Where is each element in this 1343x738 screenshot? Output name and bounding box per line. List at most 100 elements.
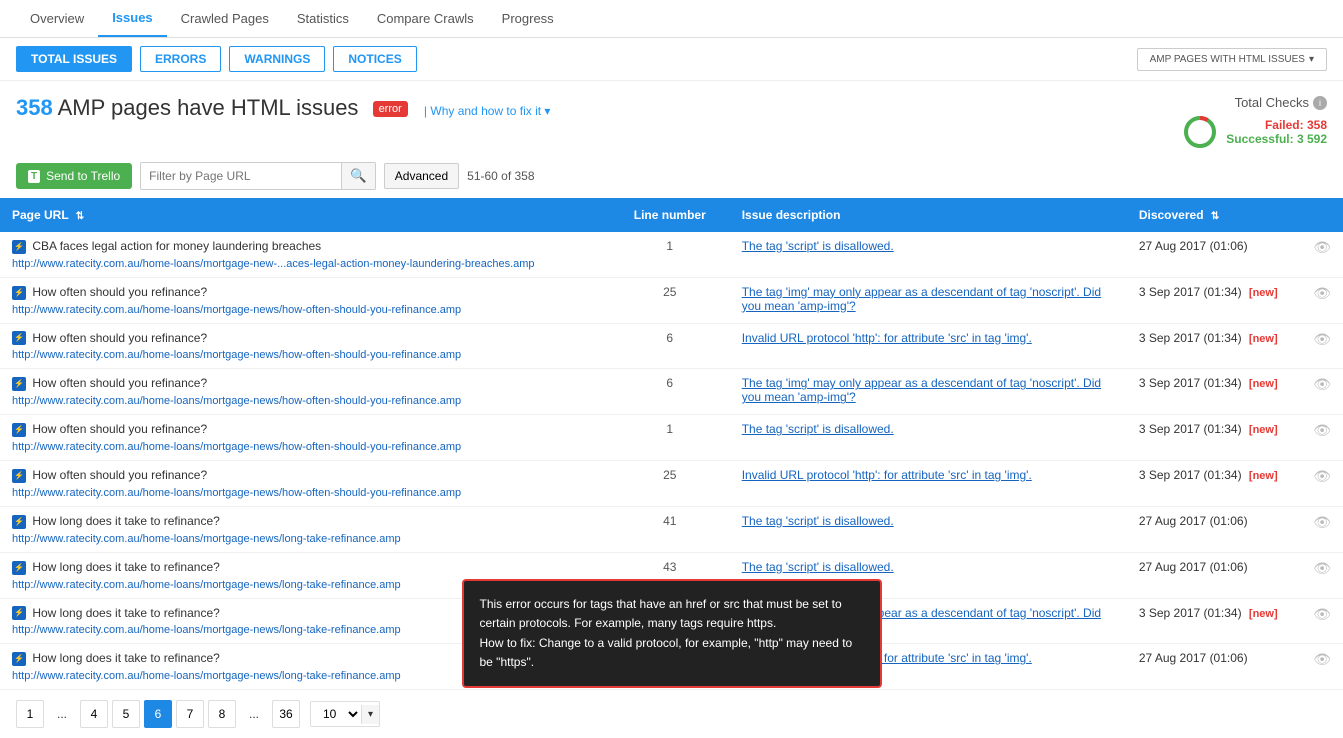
- page-url-cell-3: ⚡ How often should you refinance? http:/…: [0, 369, 610, 415]
- page-4-btn[interactable]: 4: [80, 700, 108, 728]
- col-page-url[interactable]: Page URL ⇅: [0, 198, 610, 232]
- tooltip-box: This error occurs for tags that have an …: [462, 579, 882, 688]
- col-discovered[interactable]: Discovered ⇅: [1127, 198, 1301, 232]
- page-url-link-2[interactable]: http://www.ratecity.com.au/home-loans/mo…: [12, 349, 461, 361]
- page-url-link-4[interactable]: http://www.ratecity.com.au/home-loans/mo…: [12, 441, 461, 453]
- sort-icon-url: ⇅: [76, 211, 84, 222]
- page-5-btn[interactable]: 5: [112, 700, 140, 728]
- col-actions: [1301, 198, 1343, 232]
- pagination: 1 ... 4 5 6 7 8 ... 36 10 25 50 ▾: [0, 690, 1343, 738]
- nav-crawled-pages[interactable]: Crawled Pages: [167, 1, 283, 36]
- page-url-link-6[interactable]: http://www.ratecity.com.au/home-loans/mo…: [12, 533, 401, 545]
- amp-pages-dropdown[interactable]: AMP PAGES WITH HTML ISSUES ▾: [1137, 48, 1327, 71]
- errors-btn[interactable]: ERRORS: [140, 46, 221, 72]
- new-badge-5: [new]: [1249, 470, 1278, 482]
- issue-desc-3[interactable]: The tag 'img' may only appear as a desce…: [742, 376, 1101, 404]
- eye-icon-8[interactable]: 👁: [1313, 606, 1331, 622]
- page-title-5: ⚡ How often should you refinance?: [12, 468, 598, 483]
- page-url-link-8[interactable]: http://www.ratecity.com.au/home-loans/mo…: [12, 624, 401, 636]
- issue-desc-cell-6: The tag 'script' is disallowed.: [730, 506, 1127, 552]
- headline-left: 358 AMP pages have HTML issues error | W…: [16, 95, 550, 121]
- eye-icon-2[interactable]: 👁: [1313, 331, 1331, 347]
- headline-area: 358 AMP pages have HTML issues error | W…: [0, 81, 1343, 156]
- per-page-select[interactable]: 10 25 50: [311, 702, 361, 726]
- issue-desc-4[interactable]: The tag 'script' is disallowed.: [742, 422, 894, 436]
- advanced-button[interactable]: Advanced: [384, 163, 459, 189]
- nav-statistics[interactable]: Statistics: [283, 1, 363, 36]
- eye-icon-4[interactable]: 👁: [1313, 422, 1331, 438]
- issue-count: 358: [16, 95, 53, 120]
- per-page-select-wrap: 10 25 50 ▾: [310, 701, 380, 727]
- issue-desc-6[interactable]: The tag 'script' is disallowed.: [742, 514, 894, 528]
- send-to-trello-button[interactable]: T Send to Trello: [16, 163, 132, 189]
- why-fix-link[interactable]: | Why and how to fix it ▾: [424, 104, 551, 118]
- eye-icon-5[interactable]: 👁: [1313, 468, 1331, 484]
- search-button[interactable]: 🔍: [341, 163, 375, 189]
- amp-icon-7: ⚡: [12, 561, 26, 575]
- eye-icon-6[interactable]: 👁: [1313, 514, 1331, 530]
- page-name-3: How often should you refinance?: [32, 376, 207, 390]
- discovered-0: 27 Aug 2017 (01:06): [1127, 232, 1301, 277]
- amp-icon-0: ⚡: [12, 240, 26, 254]
- table-row: ⚡ How long does it take to refinance? ht…: [0, 506, 1343, 552]
- notices-btn[interactable]: NOTICES: [333, 46, 416, 72]
- col-line-number: Line number: [610, 198, 730, 232]
- new-badge-8: [new]: [1249, 608, 1278, 620]
- page-url-cell-6: ⚡ How long does it take to refinance? ht…: [0, 506, 610, 552]
- page-url-link-0[interactable]: http://www.ratecity.com.au/home-loans/mo…: [12, 258, 535, 270]
- table-row: ⚡ How often should you refinance? http:/…: [0, 461, 1343, 507]
- eye-icon-7[interactable]: 👁: [1313, 560, 1331, 576]
- tooltip-text: This error occurs for tags that have an …: [480, 597, 853, 669]
- search-icon: 🔍: [350, 168, 367, 183]
- page-url-link-3[interactable]: http://www.ratecity.com.au/home-loans/mo…: [12, 395, 461, 407]
- amp-icon-8: ⚡: [12, 606, 26, 620]
- action-cell-6: 👁: [1301, 506, 1343, 552]
- page-url-cell-5: ⚡ How often should you refinance? http:/…: [0, 461, 610, 507]
- eye-icon-1[interactable]: 👁: [1313, 285, 1331, 301]
- line-num-6: 41: [610, 506, 730, 552]
- pagination-info: 51-60 of 358: [467, 169, 534, 183]
- eye-icon-0[interactable]: 👁: [1313, 239, 1331, 255]
- amp-icon-3: ⚡: [12, 377, 26, 391]
- issue-desc-5[interactable]: Invalid URL protocol 'http': for attribu…: [742, 468, 1032, 482]
- page-8-btn[interactable]: 8: [208, 700, 236, 728]
- line-num-4: 1: [610, 415, 730, 461]
- nav-issues[interactable]: Issues: [98, 0, 166, 37]
- info-icon[interactable]: i: [1313, 96, 1327, 110]
- success-checks: Successful: 3 592: [1226, 132, 1327, 146]
- issue-desc-0[interactable]: The tag 'script' is disallowed.: [742, 239, 894, 253]
- chevron-down-icon: ▾: [1309, 54, 1314, 65]
- action-cell-0: 👁: [1301, 232, 1343, 277]
- warnings-btn[interactable]: WARNINGS: [229, 46, 325, 72]
- issue-desc-1[interactable]: The tag 'img' may only appear as a desce…: [742, 285, 1101, 313]
- eye-icon-3[interactable]: 👁: [1313, 376, 1331, 392]
- issue-desc-cell-0: The tag 'script' is disallowed.: [730, 232, 1127, 277]
- page-url-link-9[interactable]: http://www.ratecity.com.au/home-loans/mo…: [12, 670, 401, 682]
- donut-chart: [1182, 114, 1218, 150]
- page-6-btn[interactable]: 6: [144, 700, 172, 728]
- search-input[interactable]: [141, 164, 341, 188]
- trello-icon: T: [28, 170, 40, 183]
- amp-icon-9: ⚡: [12, 652, 26, 666]
- error-badge: error: [373, 101, 408, 117]
- total-issues-btn[interactable]: TOTAL ISSUES: [16, 46, 132, 72]
- page-name-0: CBA faces legal action for money launder…: [32, 239, 321, 253]
- page-url-link-7[interactable]: http://www.ratecity.com.au/home-loans/mo…: [12, 579, 401, 591]
- page-1-btn[interactable]: 1: [16, 700, 44, 728]
- page-url-link-1[interactable]: http://www.ratecity.com.au/home-loans/mo…: [12, 304, 461, 316]
- amp-pages-text: AMP pages have HTML issues: [58, 95, 359, 120]
- page-title-0: ⚡ CBA faces legal action for money laund…: [12, 239, 598, 254]
- nav-progress[interactable]: Progress: [488, 1, 568, 36]
- page-url-link-5[interactable]: http://www.ratecity.com.au/home-loans/mo…: [12, 487, 461, 499]
- issue-desc-7[interactable]: The tag 'script' is disallowed.: [742, 560, 894, 574]
- eye-icon-9[interactable]: 👁: [1313, 651, 1331, 667]
- page-36-btn[interactable]: 36: [272, 700, 300, 728]
- discovered-1: 3 Sep 2017 (01:34) [new]: [1127, 277, 1301, 323]
- nav-compare-crawls[interactable]: Compare Crawls: [363, 1, 488, 36]
- amp-icon-1: ⚡: [12, 286, 26, 300]
- toolbar-row: T Send to Trello 🔍 Advanced 51-60 of 358: [0, 156, 1343, 198]
- page-7-btn[interactable]: 7: [176, 700, 204, 728]
- issue-desc-2[interactable]: Invalid URL protocol 'http': for attribu…: [742, 331, 1032, 345]
- nav-overview[interactable]: Overview: [16, 1, 98, 36]
- action-cell-3: 👁: [1301, 369, 1343, 415]
